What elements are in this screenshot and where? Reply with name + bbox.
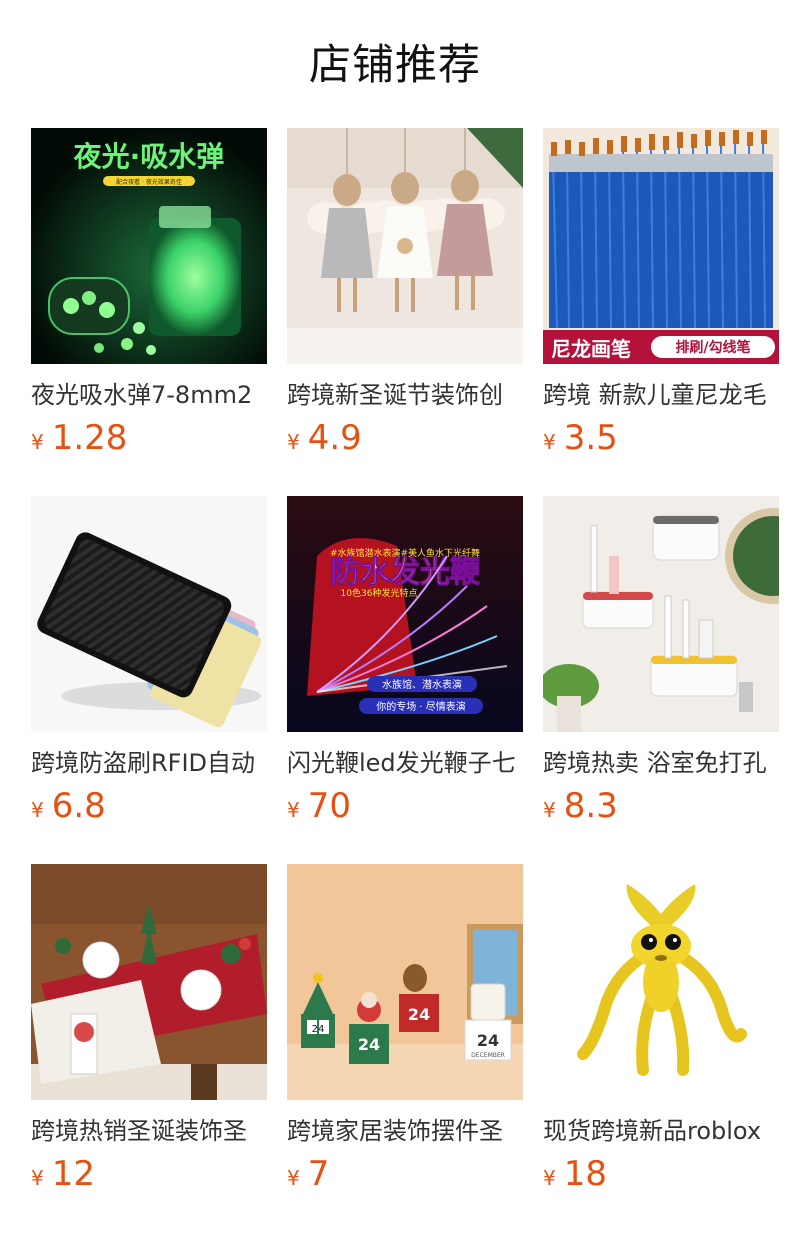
svg-text:你的专场 · 尽情表演: 你的专场 · 尽情表演 — [376, 700, 466, 713]
led-fiber-whip-image[interactable]: #水族馆潜水表演#美人鱼水下光纤舞 防水发光鞭 10色36种发光特点 水族馆、潜… — [287, 496, 523, 732]
product-price: ¥12 — [31, 1152, 267, 1196]
currency-symbol: ¥ — [287, 1166, 300, 1190]
currency-symbol: ¥ — [543, 1166, 556, 1190]
price-value: 6.8 — [51, 786, 106, 826]
product-name[interactable]: 跨境热销圣诞装饰圣 — [31, 1114, 267, 1148]
svg-text:24: 24 — [477, 1031, 499, 1050]
glow-water-beads-image[interactable]: 夜光·吸水弹 配合夜看 · 夜光效果奇佳 — [31, 128, 267, 364]
product-price: ¥8.3 — [543, 784, 779, 828]
svg-text:防水发光鞭: 防水发光鞭 — [330, 555, 481, 590]
product-card[interactable]: 跨境防盗刷RFID自动 ¥6.8 — [31, 496, 267, 864]
svg-text:水族馆、潜水表演: 水族馆、潜水表演 — [382, 678, 462, 691]
price-value: 18 — [563, 1154, 607, 1194]
product-price: ¥1.28 — [31, 416, 267, 460]
product-card[interactable]: 夜光·吸水弹 配合夜看 · 夜光效果奇佳 夜光吸水弹7-8mm2 ¥ 1.28 — [31, 128, 267, 496]
nylon-paint-brushes-image[interactable]: 尼龙画笔 排刷/勾线笔 — [543, 128, 779, 364]
svg-text:夜光·吸水弹: 夜光·吸水弹 — [73, 140, 225, 173]
section-title: 店铺推荐 — [308, 40, 481, 89]
currency-symbol: ¥ — [31, 430, 44, 454]
currency-symbol: ¥ — [31, 1166, 44, 1190]
product-price: ¥6.8 — [31, 784, 267, 828]
price-value: 1.28 — [51, 418, 128, 458]
currency-symbol: ¥ — [543, 430, 556, 454]
svg-text:24: 24 — [358, 1035, 380, 1054]
currency-symbol: ¥ — [31, 798, 44, 822]
yellow-plush-toy-image[interactable] — [543, 864, 779, 1100]
price-value: 3.5 — [563, 418, 618, 458]
product-grid: 夜光·吸水弹 配合夜看 · 夜光效果奇佳 夜光吸水弹7-8mm2 ¥ 1.28 … — [31, 128, 779, 1232]
product-card[interactable]: 现货跨境新品roblox ¥18 — [543, 864, 779, 1232]
svg-text:10色36种发光特点: 10色36种发光特点 — [341, 587, 418, 599]
angel-doll-ornaments-image[interactable] — [287, 128, 523, 364]
product-name[interactable]: 跨境防盗刷RFID自动 — [31, 746, 267, 780]
toothbrush-holder-image[interactable] — [543, 496, 779, 732]
svg-text:尼龙画笔: 尼龙画笔 — [551, 337, 631, 361]
christmas-calendar-ornament-image[interactable]: 24 24 24 24 DECEMBER — [287, 864, 523, 1100]
product-name[interactable]: 夜光吸水弹7-8mm2 — [31, 378, 267, 412]
product-card[interactable]: 24 24 24 24 DECEMBER 跨境家居装饰摆件圣 ¥ 7 — [287, 864, 523, 1232]
price-value: 4.9 — [307, 418, 362, 458]
product-card[interactable]: 跨境热销圣诞装饰圣 ¥12 — [31, 864, 267, 1232]
product-card[interactable]: 尼龙画笔 排刷/勾线笔 跨境 新款儿童尼龙毛 ¥3.5 — [543, 128, 779, 496]
shop-recommend-page: 店铺推荐 夜光·吸水弹 配合夜看 · 夜光效果奇佳 夜光吸水弹7-8mm2 ¥ … — [0, 0, 790, 1234]
product-price: ¥4.9 — [287, 416, 523, 460]
rfid-card-wallet-image[interactable] — [31, 496, 267, 732]
product-name[interactable]: 跨境热卖 浴室免打孔 — [543, 746, 779, 780]
product-name[interactable]: 跨境 新款儿童尼龙毛 — [543, 378, 779, 412]
product-name[interactable]: 现货跨境新品roblox — [543, 1114, 779, 1148]
product-card[interactable]: 跨境新圣诞节装饰创 ¥4.9 — [287, 128, 523, 496]
product-card[interactable]: #水族馆潜水表演#美人鱼水下光纤舞 防水发光鞭 10色36种发光特点 水族馆、潜… — [287, 496, 523, 864]
product-name[interactable]: 闪光鞭led发光鞭子七 — [287, 746, 523, 780]
currency-symbol: ¥ — [543, 798, 556, 822]
product-name[interactable]: 跨境新圣诞节装饰创 — [287, 378, 523, 412]
svg-text:排刷/勾线笔: 排刷/勾线笔 — [675, 339, 750, 356]
svg-text:配合夜看 · 夜光效果奇佳: 配合夜看 · 夜光效果奇佳 — [116, 178, 182, 186]
product-price: ¥70 — [287, 784, 523, 828]
svg-text:DECEMBER: DECEMBER — [471, 1052, 505, 1059]
price-value: 8.3 — [563, 786, 618, 826]
product-price: ¥3.5 — [543, 416, 779, 460]
svg-text:24: 24 — [312, 1024, 325, 1035]
price-value: 70 — [307, 786, 351, 826]
product-price: ¥7 — [287, 1152, 523, 1196]
currency-symbol: ¥ — [287, 798, 300, 822]
price-value: 7 — [307, 1154, 330, 1194]
price-value: 12 — [51, 1154, 95, 1194]
christmas-table-runner-image[interactable] — [31, 864, 267, 1100]
product-name[interactable]: 跨境家居装饰摆件圣 — [287, 1114, 523, 1148]
product-card[interactable]: 跨境热卖 浴室免打孔 ¥8.3 — [543, 496, 779, 864]
currency-symbol: ¥ — [287, 430, 300, 454]
svg-text:24: 24 — [408, 1005, 430, 1024]
product-price: ¥18 — [543, 1152, 779, 1196]
